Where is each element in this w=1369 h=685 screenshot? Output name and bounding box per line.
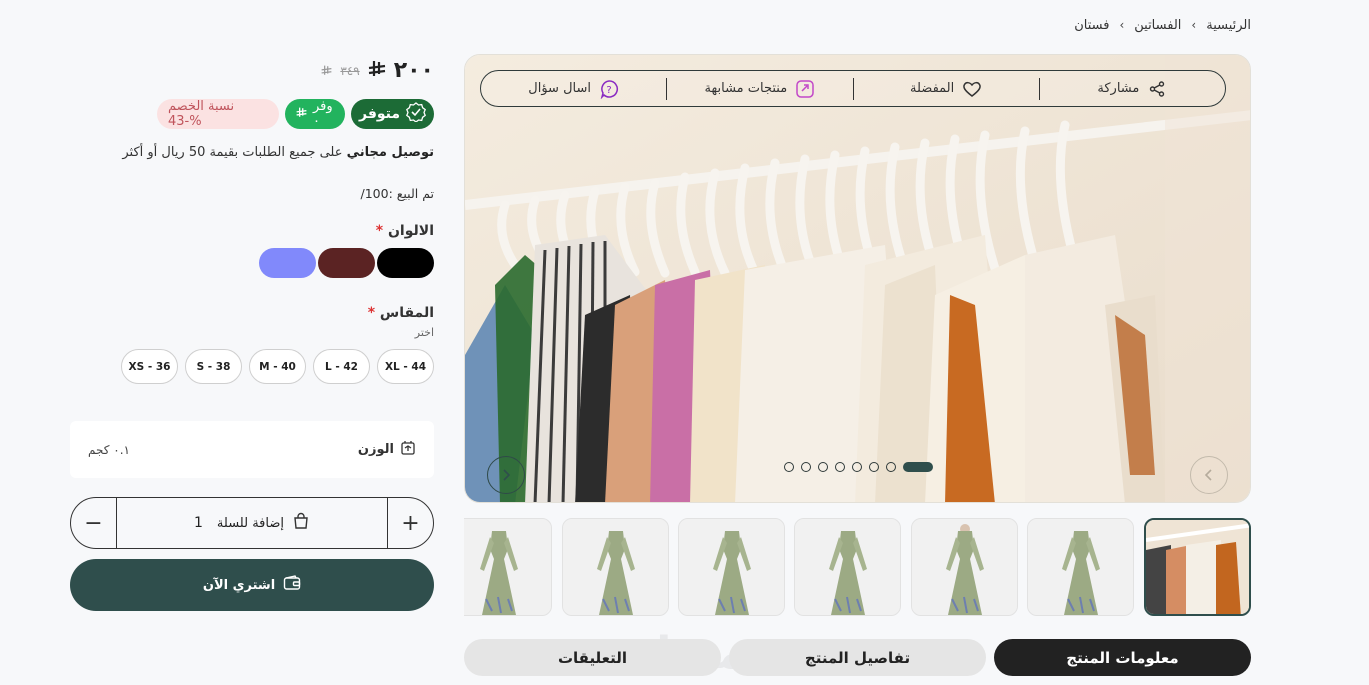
color-swatches bbox=[259, 248, 434, 278]
size-option[interactable]: S - 38 bbox=[185, 349, 242, 384]
size-option[interactable]: L - 42 bbox=[313, 349, 370, 384]
tab-reviews[interactable]: التعليقات bbox=[464, 639, 721, 676]
size-option[interactable]: XS - 36 bbox=[121, 349, 178, 384]
pagination-dot[interactable] bbox=[801, 462, 811, 472]
tab-product-details[interactable]: تفاصيل المنتج bbox=[729, 639, 986, 676]
share-label: مشاركة bbox=[1097, 81, 1140, 96]
availability-label: متوفر bbox=[358, 106, 401, 122]
wallet-icon bbox=[283, 575, 301, 595]
buy-now-button[interactable]: اشتري الآن bbox=[70, 559, 434, 611]
riyal-icon bbox=[368, 60, 386, 82]
sold-count: تم البيع :100/ bbox=[360, 186, 434, 201]
current-price: ٢٠٠ bbox=[393, 58, 434, 83]
shipping-info: توصيل مجاني على جميع الطلبات بقيمة 50 ري… bbox=[122, 145, 434, 160]
dress-image bbox=[1028, 519, 1133, 615]
old-price: ٣٤٩ bbox=[340, 63, 360, 78]
chevron-left-icon: ‹ bbox=[1119, 18, 1125, 32]
pagination-dot[interactable] bbox=[835, 462, 845, 472]
weight-label-group: الوزن bbox=[358, 440, 416, 460]
share-button[interactable]: مشاركة bbox=[1040, 78, 1225, 100]
size-options: XL - 44 L - 42 M - 40 S - 38 XS - 36 bbox=[121, 349, 434, 384]
link-icon bbox=[795, 79, 815, 99]
chevron-right-icon bbox=[501, 466, 511, 485]
gallery-prev-button[interactable] bbox=[487, 456, 525, 494]
chevron-left-icon: ‹ bbox=[1191, 18, 1197, 32]
similar-products-label: منتجات مشابهة bbox=[704, 81, 788, 96]
colors-label: الالوان * bbox=[375, 223, 434, 239]
riyal-icon bbox=[296, 107, 307, 122]
question-icon: ? bbox=[599, 79, 619, 99]
quantity-value: 1 bbox=[194, 515, 203, 531]
product-main-image[interactable] bbox=[464, 54, 1251, 503]
save-badge: وفر ٠ bbox=[285, 99, 345, 129]
price-block: ٢٠٠ ٣٤٩ bbox=[321, 58, 434, 83]
status-badges: متوفر وفر ٠ نسبة الخصم -43% bbox=[157, 99, 434, 129]
increase-quantity-button[interactable]: + bbox=[387, 498, 433, 548]
shipping-highlight: توصيل مجاني bbox=[346, 145, 434, 160]
weight-box: الوزن ٠.١ كجم bbox=[70, 421, 434, 478]
thumbnail-dress[interactable] bbox=[794, 518, 901, 616]
save-label: وفر ٠ bbox=[313, 99, 333, 129]
pagination-dot[interactable] bbox=[903, 462, 933, 472]
availability-badge: متوفر bbox=[351, 99, 434, 129]
add-to-cart-button[interactable]: إضافة للسلة 1 bbox=[117, 498, 387, 548]
size-option[interactable]: XL - 44 bbox=[377, 349, 434, 384]
thumbnail-dress[interactable] bbox=[678, 518, 785, 616]
dress-image bbox=[912, 519, 1017, 615]
breadcrumb-home[interactable]: الرئيسية bbox=[1206, 18, 1251, 33]
color-swatch[interactable] bbox=[377, 248, 434, 278]
tab-product-info[interactable]: معلومات المنتج bbox=[994, 639, 1251, 676]
thumbnail-dress[interactable] bbox=[562, 518, 669, 616]
color-swatch[interactable] bbox=[318, 248, 375, 278]
size-hint: اختر bbox=[414, 326, 434, 339]
heart-icon bbox=[962, 79, 982, 99]
pagination-dot[interactable] bbox=[818, 462, 828, 472]
thumbnail-rack[interactable] bbox=[1144, 518, 1251, 616]
dress-image bbox=[679, 519, 784, 615]
chevron-left-icon bbox=[1204, 466, 1214, 485]
add-to-cart-label: إضافة للسلة bbox=[216, 515, 284, 531]
pagination-dot[interactable] bbox=[852, 462, 862, 472]
discount-badge: نسبة الخصم -43% bbox=[157, 99, 279, 129]
verified-icon bbox=[406, 102, 427, 126]
dress-image bbox=[795, 519, 900, 615]
size-option[interactable]: M - 40 bbox=[249, 349, 306, 384]
color-swatch[interactable] bbox=[259, 248, 316, 278]
thumbnail-strip bbox=[464, 518, 1251, 616]
breadcrumb-category[interactable]: الفساتين bbox=[1134, 18, 1181, 33]
riyal-icon bbox=[321, 61, 332, 80]
shopping-bag-icon bbox=[292, 512, 310, 534]
svg-text:?: ? bbox=[606, 85, 611, 96]
thumbnail-dress[interactable] bbox=[911, 518, 1018, 616]
breadcrumb: الرئيسية ‹ الفساتين ‹ فستان bbox=[1074, 14, 1251, 36]
product-actions-bar: مشاركة المفضلة منتجات مشابهة ? اسال سؤال bbox=[480, 70, 1226, 107]
gallery-pagination bbox=[784, 461, 933, 473]
pagination-dot[interactable] bbox=[886, 462, 896, 472]
shipping-text: على جميع الطلبات بقيمة 50 ريال أو أكثر bbox=[122, 145, 347, 160]
ask-question-button[interactable]: ? اسال سؤال bbox=[481, 77, 668, 100]
scale-icon bbox=[400, 440, 416, 460]
dress-image bbox=[563, 519, 668, 615]
ask-question-label: اسال سؤال bbox=[528, 81, 591, 96]
thumbnail-dress[interactable] bbox=[1027, 518, 1134, 616]
size-label: المقاس * bbox=[367, 305, 434, 321]
decrease-quantity-button[interactable]: − bbox=[71, 498, 117, 548]
similar-products-button[interactable]: منتجات مشابهة bbox=[667, 77, 854, 100]
clothes-rack-image bbox=[465, 55, 1250, 502]
pagination-dot[interactable] bbox=[784, 462, 794, 472]
share-icon bbox=[1147, 79, 1167, 99]
gallery-next-button[interactable] bbox=[1190, 456, 1228, 494]
thumbnail-dress[interactable] bbox=[464, 518, 552, 616]
add-to-cart-control: − إضافة للسلة 1 + bbox=[70, 497, 434, 549]
buy-now-label: اشتري الآن bbox=[202, 577, 276, 593]
pagination-dot[interactable] bbox=[869, 462, 879, 472]
dress-image bbox=[464, 519, 551, 615]
breadcrumb-current: فستان bbox=[1074, 17, 1110, 33]
weight-value: ٠.١ كجم bbox=[88, 442, 130, 457]
weight-label: الوزن bbox=[357, 442, 394, 457]
favorite-label: المفضلة bbox=[910, 81, 955, 96]
favorite-button[interactable]: المفضلة bbox=[854, 77, 1040, 100]
